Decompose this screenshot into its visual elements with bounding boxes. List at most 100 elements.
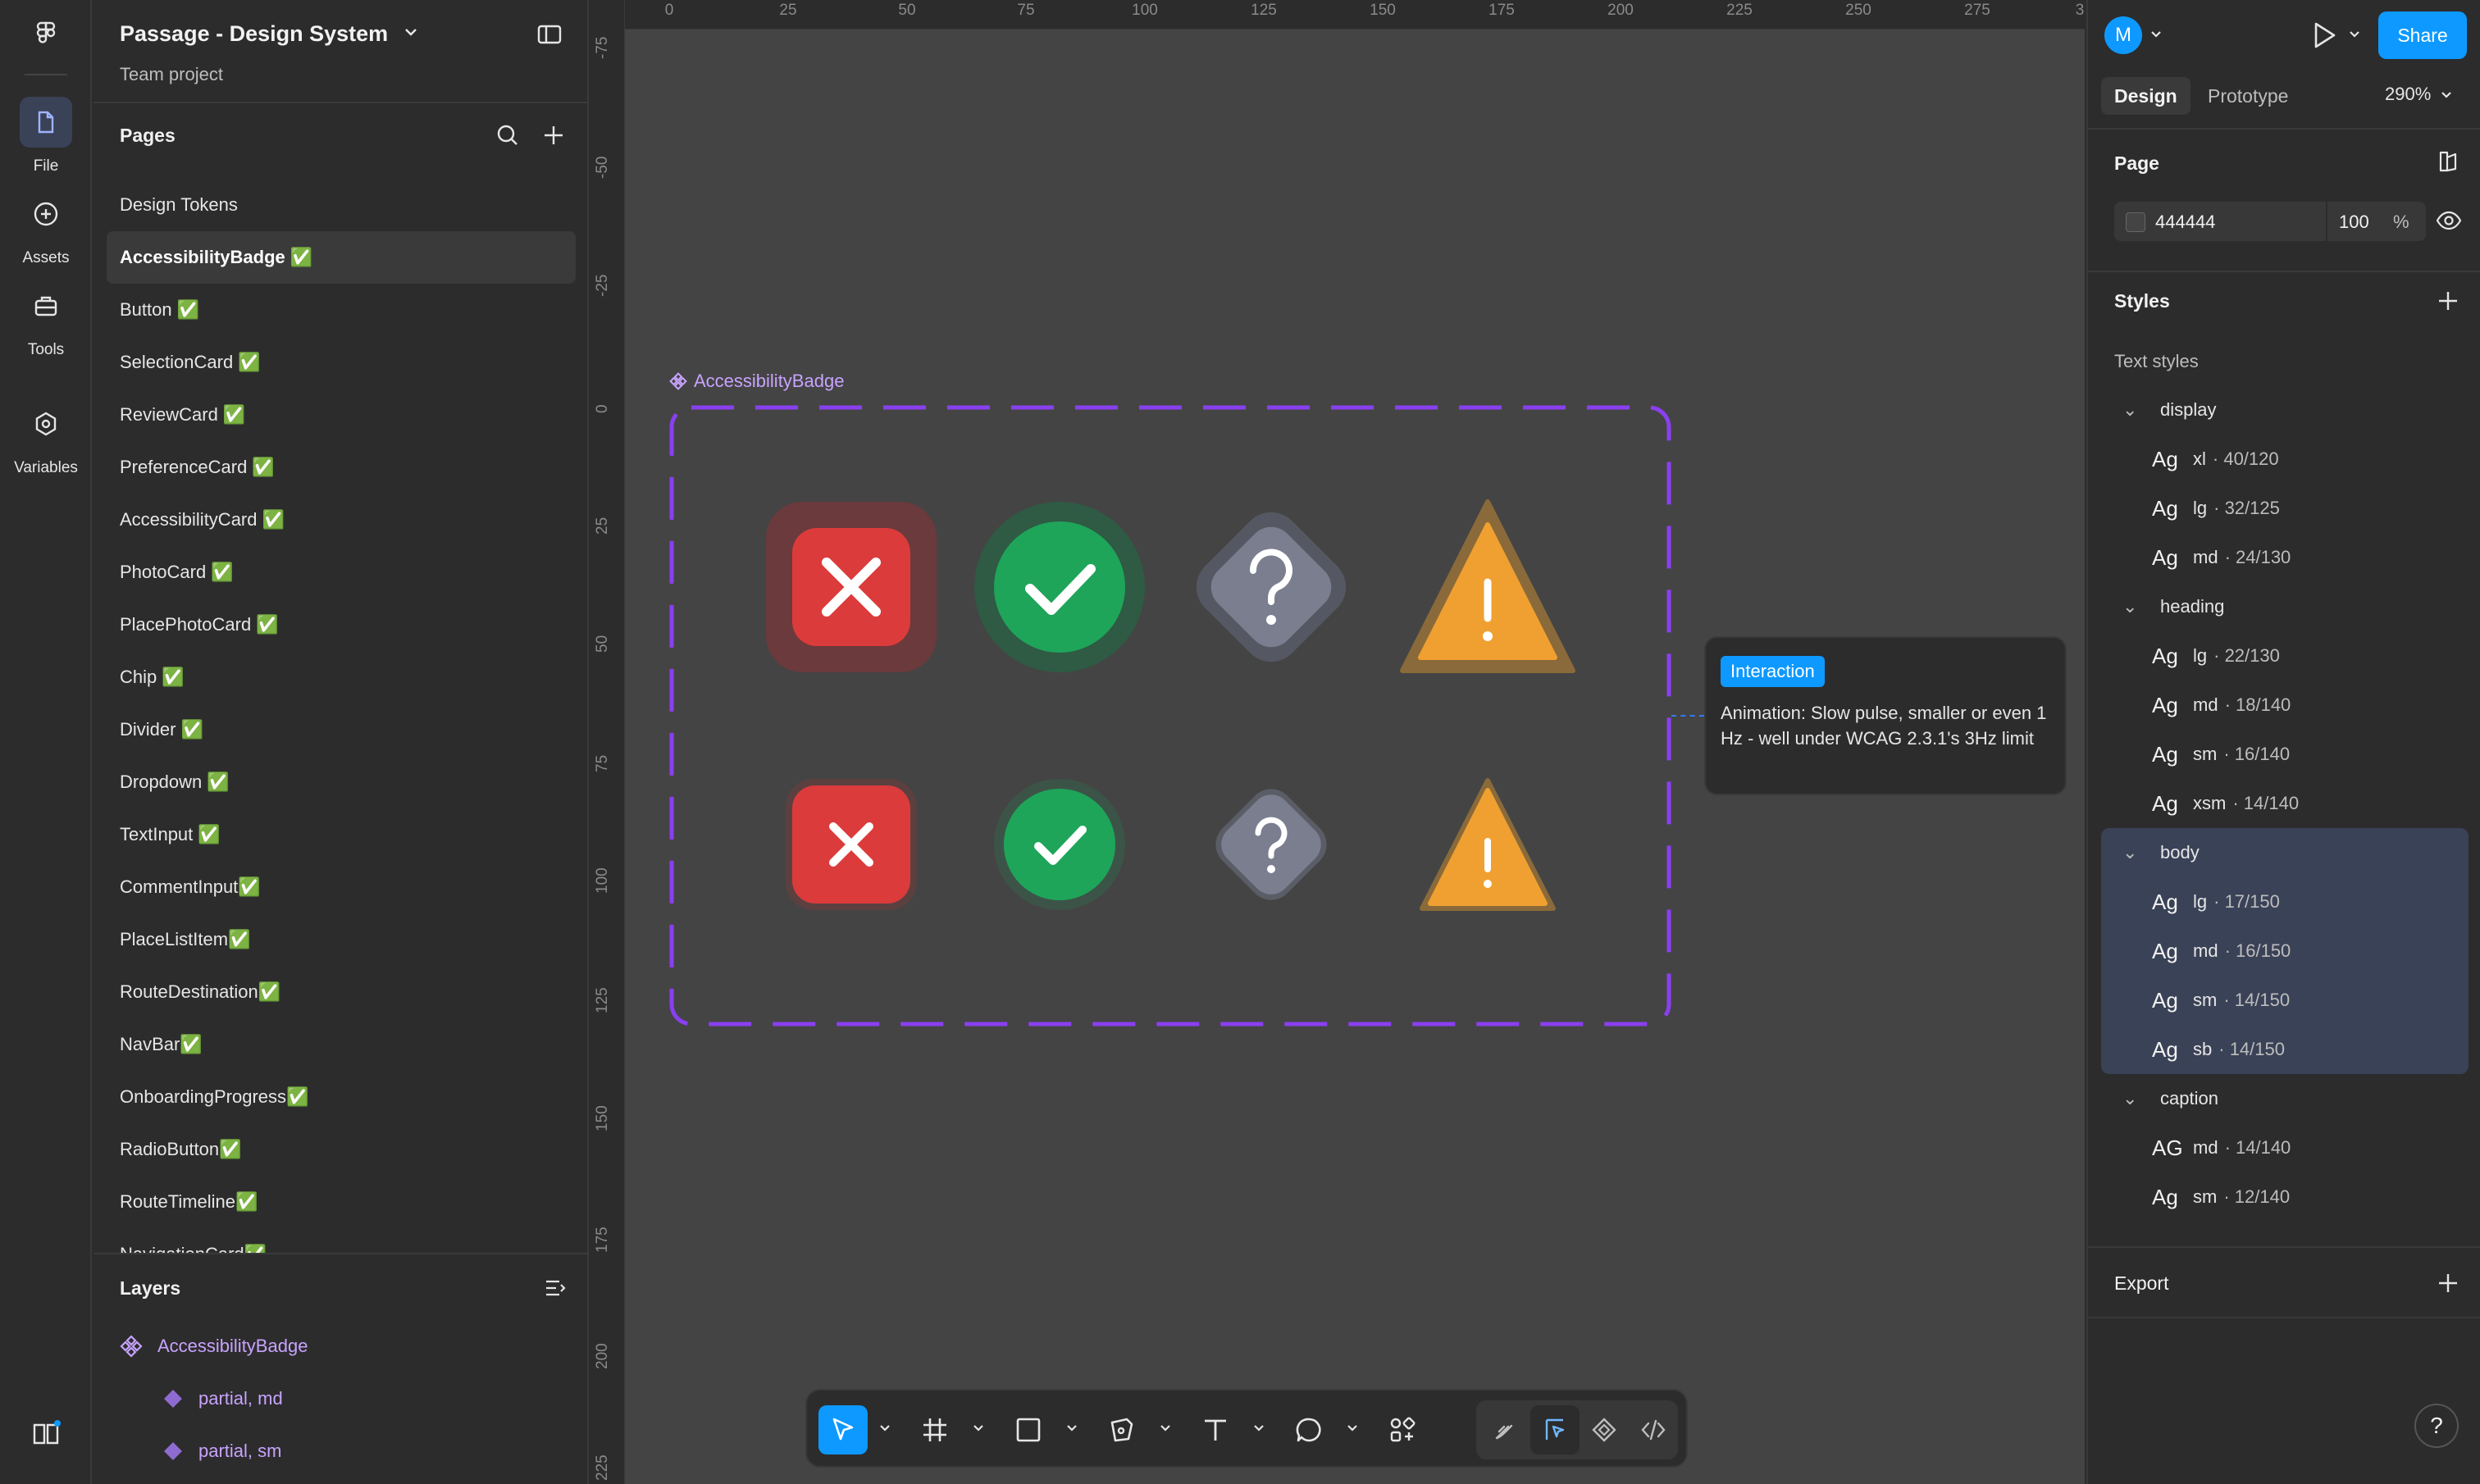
page-item[interactable]: PlaceListItem✅ xyxy=(107,913,576,966)
page-opacity[interactable]: 100 xyxy=(2339,212,2369,233)
actions-tool-button[interactable] xyxy=(1378,1405,1427,1454)
page-item[interactable]: RouteDestination✅ xyxy=(107,966,576,1018)
frame-label[interactable]: AccessibilityBadge xyxy=(669,371,844,392)
eye-icon[interactable] xyxy=(2436,208,2462,233)
interaction-annotation[interactable]: Interaction Animation: Slow pulse, small… xyxy=(1704,636,2067,795)
layer-row-component[interactable]: AccessibilityBadge xyxy=(93,1320,589,1372)
chevron-down-icon[interactable] xyxy=(973,1423,984,1433)
text-style-item[interactable]: Ag sm · 14/150 xyxy=(2101,976,2469,1025)
error-badge-sm[interactable] xyxy=(784,777,919,912)
page-item[interactable]: ReviewCard ✅ xyxy=(107,389,576,441)
unknown-badge-sm[interactable] xyxy=(1204,777,1338,912)
rail-assets[interactable]: Assets xyxy=(0,189,92,267)
help-button[interactable]: ? xyxy=(2414,1404,2459,1448)
unknown-badge-md[interactable] xyxy=(1184,500,1358,674)
add-page-icon[interactable] xyxy=(541,123,566,148)
page-item[interactable]: AccessibilityCard ✅ xyxy=(107,494,576,546)
move-tool-button[interactable] xyxy=(818,1405,868,1454)
chevron-down-icon[interactable] xyxy=(2150,30,2162,39)
page-item[interactable]: NavigationCard✅ xyxy=(107,1228,576,1253)
collapse-layers-icon[interactable] xyxy=(543,1276,568,1300)
draw-mode-button[interactable] xyxy=(1481,1405,1530,1454)
page-item[interactable]: PlacePhotoCard ✅ xyxy=(107,599,576,651)
avatar[interactable]: M xyxy=(2104,16,2142,54)
comment-tool-button[interactable] xyxy=(1284,1405,1333,1454)
chevron-down-icon[interactable] xyxy=(1066,1423,1078,1433)
chevron-down-icon[interactable] xyxy=(1347,1423,1358,1433)
zoom-level[interactable]: 290% xyxy=(2385,84,2452,105)
dev-component-button[interactable] xyxy=(1580,1405,1629,1454)
rail-tools[interactable]: Tools xyxy=(0,280,92,359)
project-title[interactable]: Passage - Design System xyxy=(120,21,388,47)
text-style-item[interactable]: Ag xl · 40/120 xyxy=(2088,435,2480,484)
text-style-item[interactable]: Ag sm · 12/140 xyxy=(2088,1172,2480,1222)
layer-row-variant[interactable]: partial, sm xyxy=(93,1425,589,1477)
tab-prototype[interactable]: Prototype xyxy=(2195,77,2301,115)
style-group-display[interactable]: ⌄ display xyxy=(2088,385,2480,435)
page-item[interactable]: RadioButton✅ xyxy=(107,1123,576,1176)
tab-design[interactable]: Design xyxy=(2101,77,2191,115)
library-icon[interactable] xyxy=(30,1417,62,1450)
text-style-item[interactable]: AG md · 14/140 xyxy=(2088,1123,2480,1172)
page-item[interactable]: SelectionCard ✅ xyxy=(107,336,576,389)
page-item[interactable]: NavBar✅ xyxy=(107,1018,576,1071)
page-color-hex[interactable]: 444444 xyxy=(2155,212,2215,233)
page-color-swatch[interactable] xyxy=(2126,212,2145,232)
text-style-item[interactable]: Ag md · 24/130 xyxy=(2088,533,2480,582)
text-style-item[interactable]: Ag sm · 16/140 xyxy=(2088,730,2480,779)
panel-divider xyxy=(2088,271,2480,272)
style-group-body[interactable]: ⌄ body xyxy=(2101,828,2469,877)
page-item[interactable]: TextInput ✅ xyxy=(107,808,576,861)
page-item[interactable]: CommentInput✅ xyxy=(107,861,576,913)
variable-mode-icon[interactable] xyxy=(2436,149,2460,174)
page-item[interactable]: Design Tokens xyxy=(107,179,576,231)
layer-row-variant[interactable]: partial, md xyxy=(93,1372,589,1425)
page-item[interactable]: OnboardingProgress✅ xyxy=(107,1071,576,1123)
chevron-down-icon[interactable] xyxy=(1253,1423,1265,1433)
text-style-item[interactable]: Ag sb · 14/150 xyxy=(2101,1025,2469,1074)
share-button[interactable]: Share xyxy=(2378,11,2467,59)
page-item[interactable]: Dropdown ✅ xyxy=(107,756,576,808)
style-group-heading[interactable]: ⌄ heading xyxy=(2088,582,2480,631)
rectangle-tool-button[interactable] xyxy=(1004,1405,1053,1454)
rail-file[interactable]: File xyxy=(0,97,92,175)
success-badge-md[interactable] xyxy=(973,500,1147,674)
dev-mode-button[interactable] xyxy=(1629,1405,1678,1454)
design-mode-button[interactable] xyxy=(1530,1405,1580,1454)
sidebar-toggle-icon[interactable] xyxy=(536,23,563,46)
variant-icon xyxy=(164,1442,182,1460)
page-item-selected[interactable]: AccessibilityBadge ✅ xyxy=(107,231,576,284)
present-play-icon[interactable] xyxy=(2309,20,2339,51)
style-group-caption[interactable]: ⌄ caption xyxy=(2088,1074,2480,1123)
text-tool-button[interactable] xyxy=(1191,1405,1240,1454)
success-badge-sm[interactable] xyxy=(992,777,1127,912)
add-style-icon[interactable] xyxy=(2436,289,2460,313)
error-badge-md[interactable] xyxy=(764,500,938,674)
text-style-item[interactable]: Ag lg · 22/130 xyxy=(2088,631,2480,681)
frame-tool-button[interactable] xyxy=(910,1405,960,1454)
pen-tool-button[interactable] xyxy=(1097,1405,1147,1454)
chevron-down-icon[interactable] xyxy=(2349,30,2360,39)
text-style-item[interactable]: Ag md · 16/150 xyxy=(2101,926,2469,976)
search-icon[interactable] xyxy=(495,123,520,148)
text-style-item[interactable]: Ag xsm · 14/140 xyxy=(2088,779,2480,828)
chevron-down-icon[interactable] xyxy=(403,26,418,38)
page-item[interactable]: RouteTimeline✅ xyxy=(107,1176,576,1228)
page-item[interactable]: Button ✅ xyxy=(107,284,576,336)
text-style-item[interactable]: Ag md · 18/140 xyxy=(2088,681,2480,730)
page-item[interactable]: PreferenceCard ✅ xyxy=(107,441,576,494)
chevron-down-icon[interactable] xyxy=(1160,1423,1171,1433)
chevron-down-icon[interactable] xyxy=(879,1423,891,1433)
text-style-item[interactable]: Ag lg · 17/150 xyxy=(2101,877,2469,926)
text-style-item[interactable]: Ag lg · 32/125 xyxy=(2088,484,2480,533)
figma-logo-icon[interactable] xyxy=(30,18,62,51)
warning-badge-sm[interactable] xyxy=(1419,776,1557,913)
canvas[interactable]: 0 25 50 75 100 125 150 175 200 225 250 2… xyxy=(590,0,2085,1484)
page-item[interactable]: PhotoCard ✅ xyxy=(107,546,576,599)
add-export-icon[interactable] xyxy=(2436,1271,2460,1295)
rail-variables[interactable]: Variables xyxy=(0,398,92,477)
page-item[interactable]: Divider ✅ xyxy=(107,703,576,756)
page-item[interactable]: Chip ✅ xyxy=(107,651,576,703)
page-fill-field[interactable]: 444444 100 % xyxy=(2114,202,2426,241)
warning-badge-md[interactable] xyxy=(1399,497,1576,674)
